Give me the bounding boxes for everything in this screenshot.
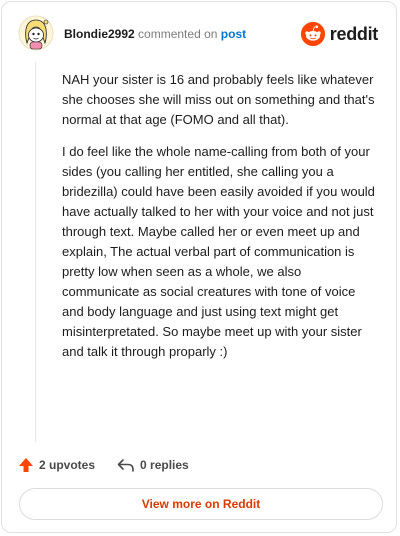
view-more-button[interactable]: View more on Reddit — [19, 488, 383, 520]
post-link[interactable]: post — [221, 27, 246, 41]
reply-arrow-icon — [117, 459, 134, 472]
reddit-wordmark: reddit — [329, 23, 379, 44]
upvote-arrow-icon — [19, 458, 33, 472]
snoo-avatar-icon[interactable] — [18, 15, 54, 51]
comment-actions: 2 upvotes 0 replies — [18, 454, 211, 476]
reddit-brand[interactable]: reddit — [300, 20, 378, 48]
upvote-count: 2 upvotes — [39, 458, 96, 472]
comment-body: NAH your sister is 16 and probably feels… — [62, 70, 380, 374]
thread-line — [35, 62, 36, 442]
comment-header: Blondie2992 commented on post reddit — [18, 14, 380, 54]
comment-paragraph: NAH your sister is 16 and probably feels… — [62, 72, 375, 127]
reply-count: 0 replies — [140, 458, 189, 472]
upvote-button[interactable]: 2 upvotes — [18, 457, 95, 473]
byline: Blondie2992 commented on post — [64, 27, 246, 41]
reddit-snoo-icon — [300, 21, 325, 47]
comment-paragraph: I do feel like the whole name-calling fr… — [62, 144, 375, 359]
byline-action: commented on — [138, 27, 218, 41]
reply-button[interactable]: 0 replies — [117, 457, 189, 473]
comment-card: Blondie2992 commented on post reddit NAH… — [1, 1, 397, 533]
username[interactable]: Blondie2992 — [64, 27, 135, 41]
